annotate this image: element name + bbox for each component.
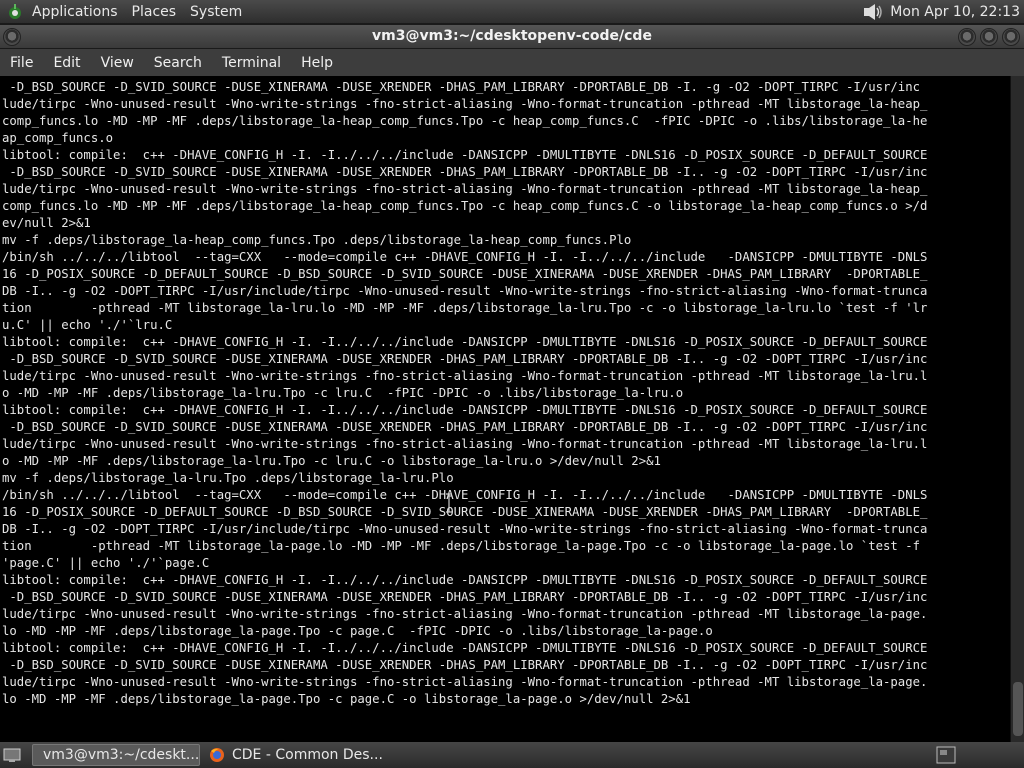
minimize-button[interactable]	[958, 28, 976, 46]
terminal-line: libtool: compile: c++ -DHAVE_CONFIG_H -I…	[2, 148, 928, 162]
bottom-taskbar: vm3@vm3:~/cdeskt... CDE - Common Des...	[0, 742, 1024, 768]
scrollbar-thumb[interactable]	[1013, 682, 1023, 736]
terminal-line: lude/tirpc -Wno-unused-result -Wno-write…	[2, 675, 928, 689]
terminal-line: 16 -D_POSIX_SOURCE -D_DEFAULT_SOURCE -D_…	[2, 267, 928, 281]
terminal-line: tion -pthread -MT libstorage_la-page.lo …	[2, 539, 921, 553]
terminal-text: -D_BSD_SOURCE -D_SVID_SOURCE -DUSE_XINER…	[0, 76, 1010, 708]
taskbar-item-label: vm3@vm3:~/cdeskt...	[43, 747, 200, 763]
terminal-line: lude/tirpc -Wno-unused-result -Wno-write…	[2, 607, 928, 621]
terminal-line: lude/tirpc -Wno-unused-result -Wno-write…	[2, 182, 928, 196]
ibeam-cursor-icon	[446, 493, 452, 513]
terminal-line: libtool: compile: c++ -DHAVE_CONFIG_H -I…	[2, 573, 928, 587]
terminal-line: DB -I.. -g -O2 -DOPT_TIRPC -I/usr/includ…	[2, 284, 928, 298]
terminal-line: comp_funcs.lo -MD -MP -MF .deps/libstora…	[2, 114, 928, 128]
terminal-line: lude/tirpc -Wno-unused-result -Wno-write…	[2, 369, 928, 383]
terminal-line: tion -pthread -MT libstorage_la-lru.lo -…	[2, 301, 928, 315]
terminal-line: u.C' || echo './'`lru.C	[2, 318, 173, 332]
top-panel: Applications Places System Mon Apr 10, 2…	[0, 0, 1024, 23]
terminal-line: ev/null 2>&1	[2, 216, 91, 230]
show-desktop-icon[interactable]	[3, 746, 21, 764]
terminal-line: o -MD -MP -MF .deps/libstorage_la-lru.Tp…	[2, 386, 684, 400]
places-menu[interactable]: Places	[132, 4, 177, 20]
terminal-line: libtool: compile: c++ -DHAVE_CONFIG_H -I…	[2, 335, 928, 349]
terminal-line: libtool: compile: c++ -DHAVE_CONFIG_H -I…	[2, 403, 928, 417]
terminal-line: 'page.C' || echo './'`page.C	[2, 556, 210, 570]
menu-view[interactable]: View	[91, 55, 144, 71]
menu-search[interactable]: Search	[144, 55, 212, 71]
maximize-button[interactable]	[980, 28, 998, 46]
terminal-line: lude/tirpc -Wno-unused-result -Wno-write…	[2, 437, 928, 451]
terminal-line: -D_BSD_SOURCE -D_SVID_SOURCE -DUSE_XINER…	[2, 165, 928, 179]
workspace-switcher-icon[interactable]	[936, 746, 956, 764]
terminal-line: /bin/sh ../../../libtool --tag=CXX --mod…	[2, 488, 928, 502]
terminal-line: -D_BSD_SOURCE -D_SVID_SOURCE -DUSE_XINER…	[2, 420, 928, 434]
terminal-line: lude/tirpc -Wno-unused-result -Wno-write…	[2, 97, 928, 111]
terminal-line: -D_BSD_SOURCE -D_SVID_SOURCE -DUSE_XINER…	[2, 658, 928, 672]
terminal-line: o -MD -MP -MF .deps/libstorage_la-lru.Tp…	[2, 454, 661, 468]
clock[interactable]: Mon Apr 10, 22:13	[890, 4, 1020, 20]
taskbar-item-label: CDE - Common Des...	[232, 747, 383, 763]
terminal-line: libtool: compile: c++ -DHAVE_CONFIG_H -I…	[2, 641, 928, 655]
menu-help[interactable]: Help	[291, 55, 343, 71]
window-titlebar[interactable]: vm3@vm3:~/cdesktopenv-code/cde	[0, 25, 1024, 48]
terminal-scrollbar[interactable]	[1010, 76, 1024, 742]
terminal-line: lo -MD -MP -MF .deps/libstorage_la-page.…	[2, 692, 691, 706]
system-menu[interactable]: System	[190, 4, 242, 20]
terminal-line: -D_BSD_SOURCE -D_SVID_SOURCE -DUSE_XINER…	[2, 80, 921, 94]
taskbar-item-terminal[interactable]: vm3@vm3:~/cdeskt...	[32, 744, 200, 766]
firefox-icon	[210, 748, 224, 762]
terminal-line: comp_funcs.lo -MD -MP -MF .deps/libstora…	[2, 199, 928, 213]
menu-terminal[interactable]: Terminal	[212, 55, 291, 71]
terminal-line: DB -I.. -g -O2 -DOPT_TIRPC -I/usr/includ…	[2, 522, 928, 536]
terminal-line: -D_BSD_SOURCE -D_SVID_SOURCE -DUSE_XINER…	[2, 590, 928, 604]
taskbar-item-firefox[interactable]: CDE - Common Des...	[204, 744, 404, 766]
window-title: vm3@vm3:~/cdesktopenv-code/cde	[372, 28, 652, 44]
gnome-foot-icon[interactable]	[6, 3, 24, 21]
close-button[interactable]	[1002, 28, 1020, 46]
menubar: File Edit View Search Terminal Help	[0, 49, 1024, 76]
menu-edit[interactable]: Edit	[43, 55, 90, 71]
terminal-line: 16 -D_POSIX_SOURCE -D_DEFAULT_SOURCE -D_…	[2, 505, 928, 519]
terminal-output[interactable]: -D_BSD_SOURCE -D_SVID_SOURCE -DUSE_XINER…	[0, 76, 1010, 742]
applications-menu[interactable]: Applications	[32, 4, 118, 20]
terminal-line: ap_comp_funcs.o	[2, 131, 114, 145]
terminal-line: -D_BSD_SOURCE -D_SVID_SOURCE -DUSE_XINER…	[2, 352, 928, 366]
terminal-line: mv -f .deps/libstorage_la-lru.Tpo .deps/…	[2, 471, 454, 485]
terminal-line: mv -f .deps/libstorage_la-heap_comp_func…	[2, 233, 632, 247]
panel-tray: Mon Apr 10, 22:13	[862, 2, 1024, 22]
volume-icon[interactable]	[862, 2, 884, 22]
terminal-line: /bin/sh ../../../libtool --tag=CXX --mod…	[2, 250, 928, 264]
terminal-line: lo -MD -MP -MF .deps/libstorage_la-page.…	[2, 624, 713, 638]
menu-file[interactable]: File	[0, 55, 43, 71]
